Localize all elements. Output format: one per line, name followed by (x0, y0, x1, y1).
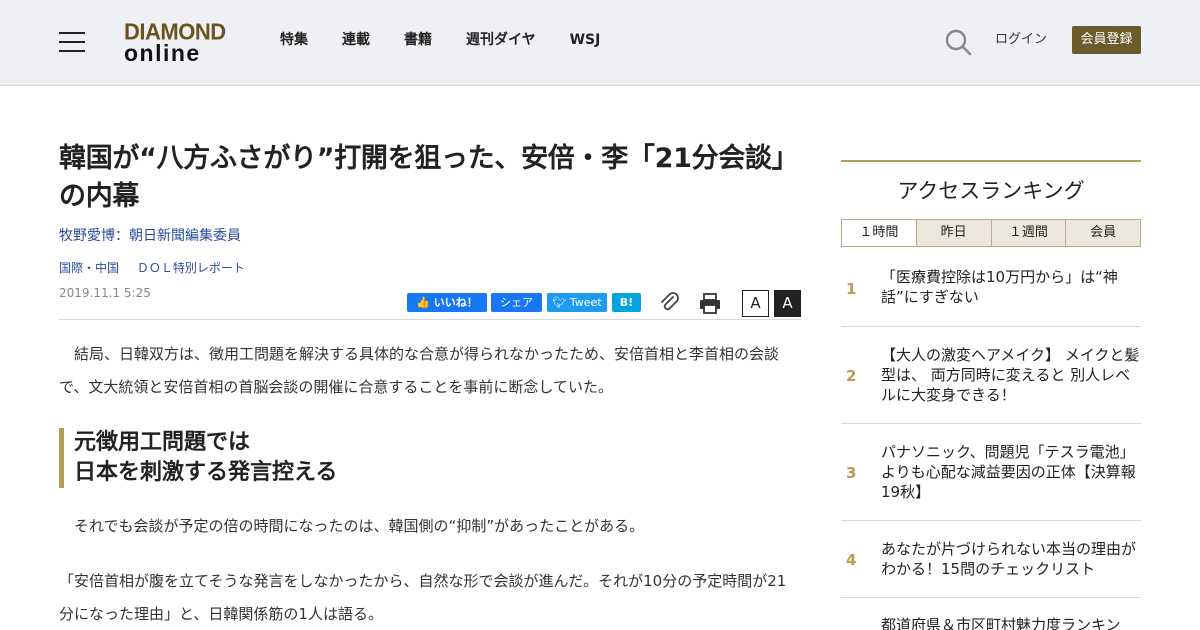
article-paragraph: それでも会談が予定の倍の時間になったのは、韓国側の“抑制”があったことがある。 (59, 517, 645, 535)
ranking-item[interactable]: 4 あなたが片づけられない本当の理由がわかる！15問のチェックリスト (841, 521, 1141, 598)
font-size-small-button[interactable]: A (742, 290, 769, 317)
ranking-item[interactable]: 1 「医療費控除は10万円から」は“神話”にすぎない (841, 247, 1141, 327)
subheading-line-1: 元徴用工問題では (74, 430, 251, 455)
ranking-list: 1 「医療費控除は10万円から」は“神話”にすぎない 2 【大人の激変ヘアメイク… (841, 247, 1141, 630)
ranking-tabs: １時間 昨日 １週間 会員 (841, 219, 1141, 247)
nav-item-books[interactable]: 書籍 (404, 30, 432, 50)
article-title: 韓国が“八方ふさがり”打開を狙った、安倍・李「21分会談」の内幕 (59, 143, 799, 212)
article-meta-bar: 2019.11.1 5:25 👍 いいね！ シェア 🐦︎ Tweet B! A … (59, 280, 801, 320)
nav-item-wsj[interactable]: WSJ (570, 30, 601, 50)
category-link[interactable]: 国際・中国 (59, 261, 119, 275)
main-nav: 特集 連載 書籍 週刊ダイヤ WSJ (280, 30, 634, 50)
clip-icon[interactable] (659, 292, 681, 314)
ranking-number: 4 (846, 551, 857, 569)
tab-yesterday[interactable]: 昨日 (915, 220, 991, 246)
category-list: 国際・中国 ＤＯＬ特別レポート (59, 260, 801, 276)
menu-icon[interactable] (59, 32, 85, 52)
tweet-button[interactable]: 🐦︎ Tweet (547, 293, 607, 312)
print-icon[interactable] (699, 292, 721, 314)
ranking-headline: あなたが片づけられない本当の理由がわかる！15問のチェックリスト (881, 540, 1137, 578)
font-size-large-button[interactable]: A (774, 290, 801, 317)
ranking-item[interactable]: 2 【大人の激変ヘアメイク】 メイクと髪型は、 両方同時に変えると 別人レベルに… (841, 327, 1141, 424)
ranking-number: 2 (846, 367, 857, 385)
ranking-title: アクセスランキング (897, 179, 1085, 203)
tweet-label: Tweet (569, 296, 602, 309)
category-link[interactable]: ＤＯＬ特別レポート (137, 261, 245, 275)
publish-date: 2019.11.1 5:25 (59, 286, 151, 300)
like-label: いいね！ (433, 296, 478, 309)
ranking-headline: 都道府県＆市区町村魅力度ランキン (881, 616, 1121, 630)
ranking-headline: パナソニック、問題児「テスラ電池」よりも心配な減益要因の正体【決算報19秋】 (881, 443, 1136, 501)
ranking-headline: 【大人の激変ヘアメイク】 メイクと髪型は、 両方同時に変えると 別人レベルに大変… (881, 346, 1140, 404)
facebook-like-button[interactable]: 👍 いいね！ (407, 293, 487, 312)
site-logo[interactable]: DIAMOND online (124, 19, 228, 66)
article-paragraph: 結局、日韓双方は、徴用工問題を解決する具体的な合意が得られなかったため、安倍首相… (59, 345, 780, 396)
ranking-number: 3 (846, 464, 857, 482)
tab-one-week[interactable]: １週間 (990, 220, 1066, 246)
nav-item-weekly-diamond[interactable]: 週刊ダイヤ (466, 30, 536, 50)
register-button[interactable]: 会員登録 (1072, 26, 1141, 54)
tab-members[interactable]: 会員 (1065, 220, 1140, 246)
logo-online-text: online (124, 40, 201, 66)
article-subheading: 元徴用工問題では 日本を刺激する発言控える (59, 428, 801, 488)
ranking-header: アクセスランキング (841, 160, 1141, 206)
facebook-share-button[interactable]: シェア (491, 293, 542, 312)
ranking-headline: 「医療費控除は10万円から」は“神話”にすぎない (881, 268, 1118, 306)
login-link[interactable]: ログイン (995, 31, 1047, 49)
search-icon[interactable] (944, 28, 972, 56)
ranking-item[interactable]: 3 パナソニック、問題児「テスラ電池」よりも心配な減益要因の正体【決算報19秋】 (841, 424, 1141, 521)
tab-one-hour[interactable]: １時間 (842, 220, 916, 246)
article: 韓国が“八方ふさがり”打開を狙った、安倍・李「21分会談」の内幕 牧野愛博：朝日… (59, 140, 801, 630)
hatena-bookmark-button[interactable]: B! (612, 293, 641, 312)
ranking-number: 1 (846, 280, 857, 298)
nav-item-series[interactable]: 連載 (342, 30, 370, 50)
nav-item-feature[interactable]: 特集 (280, 30, 308, 50)
author-link[interactable]: 牧野愛博：朝日新聞編集委員 (59, 226, 801, 246)
site-header: DIAMOND online 特集 連載 書籍 週刊ダイヤ WSJ ログイン 会… (0, 0, 1200, 86)
article-paragraph: 「安倍首相が腹を立てそうな発言をしなかったから、自然な形で会談が進んだ。それが1… (59, 572, 787, 623)
subheading-line-2: 日本を刺激する発言控える (74, 460, 338, 485)
ranking-item[interactable]: 5 都道府県＆市区町村魅力度ランキン (841, 598, 1141, 630)
access-ranking-sidebar: アクセスランキング １時間 昨日 １週間 会員 1 「医療費控除は10万円から」… (841, 160, 1141, 630)
